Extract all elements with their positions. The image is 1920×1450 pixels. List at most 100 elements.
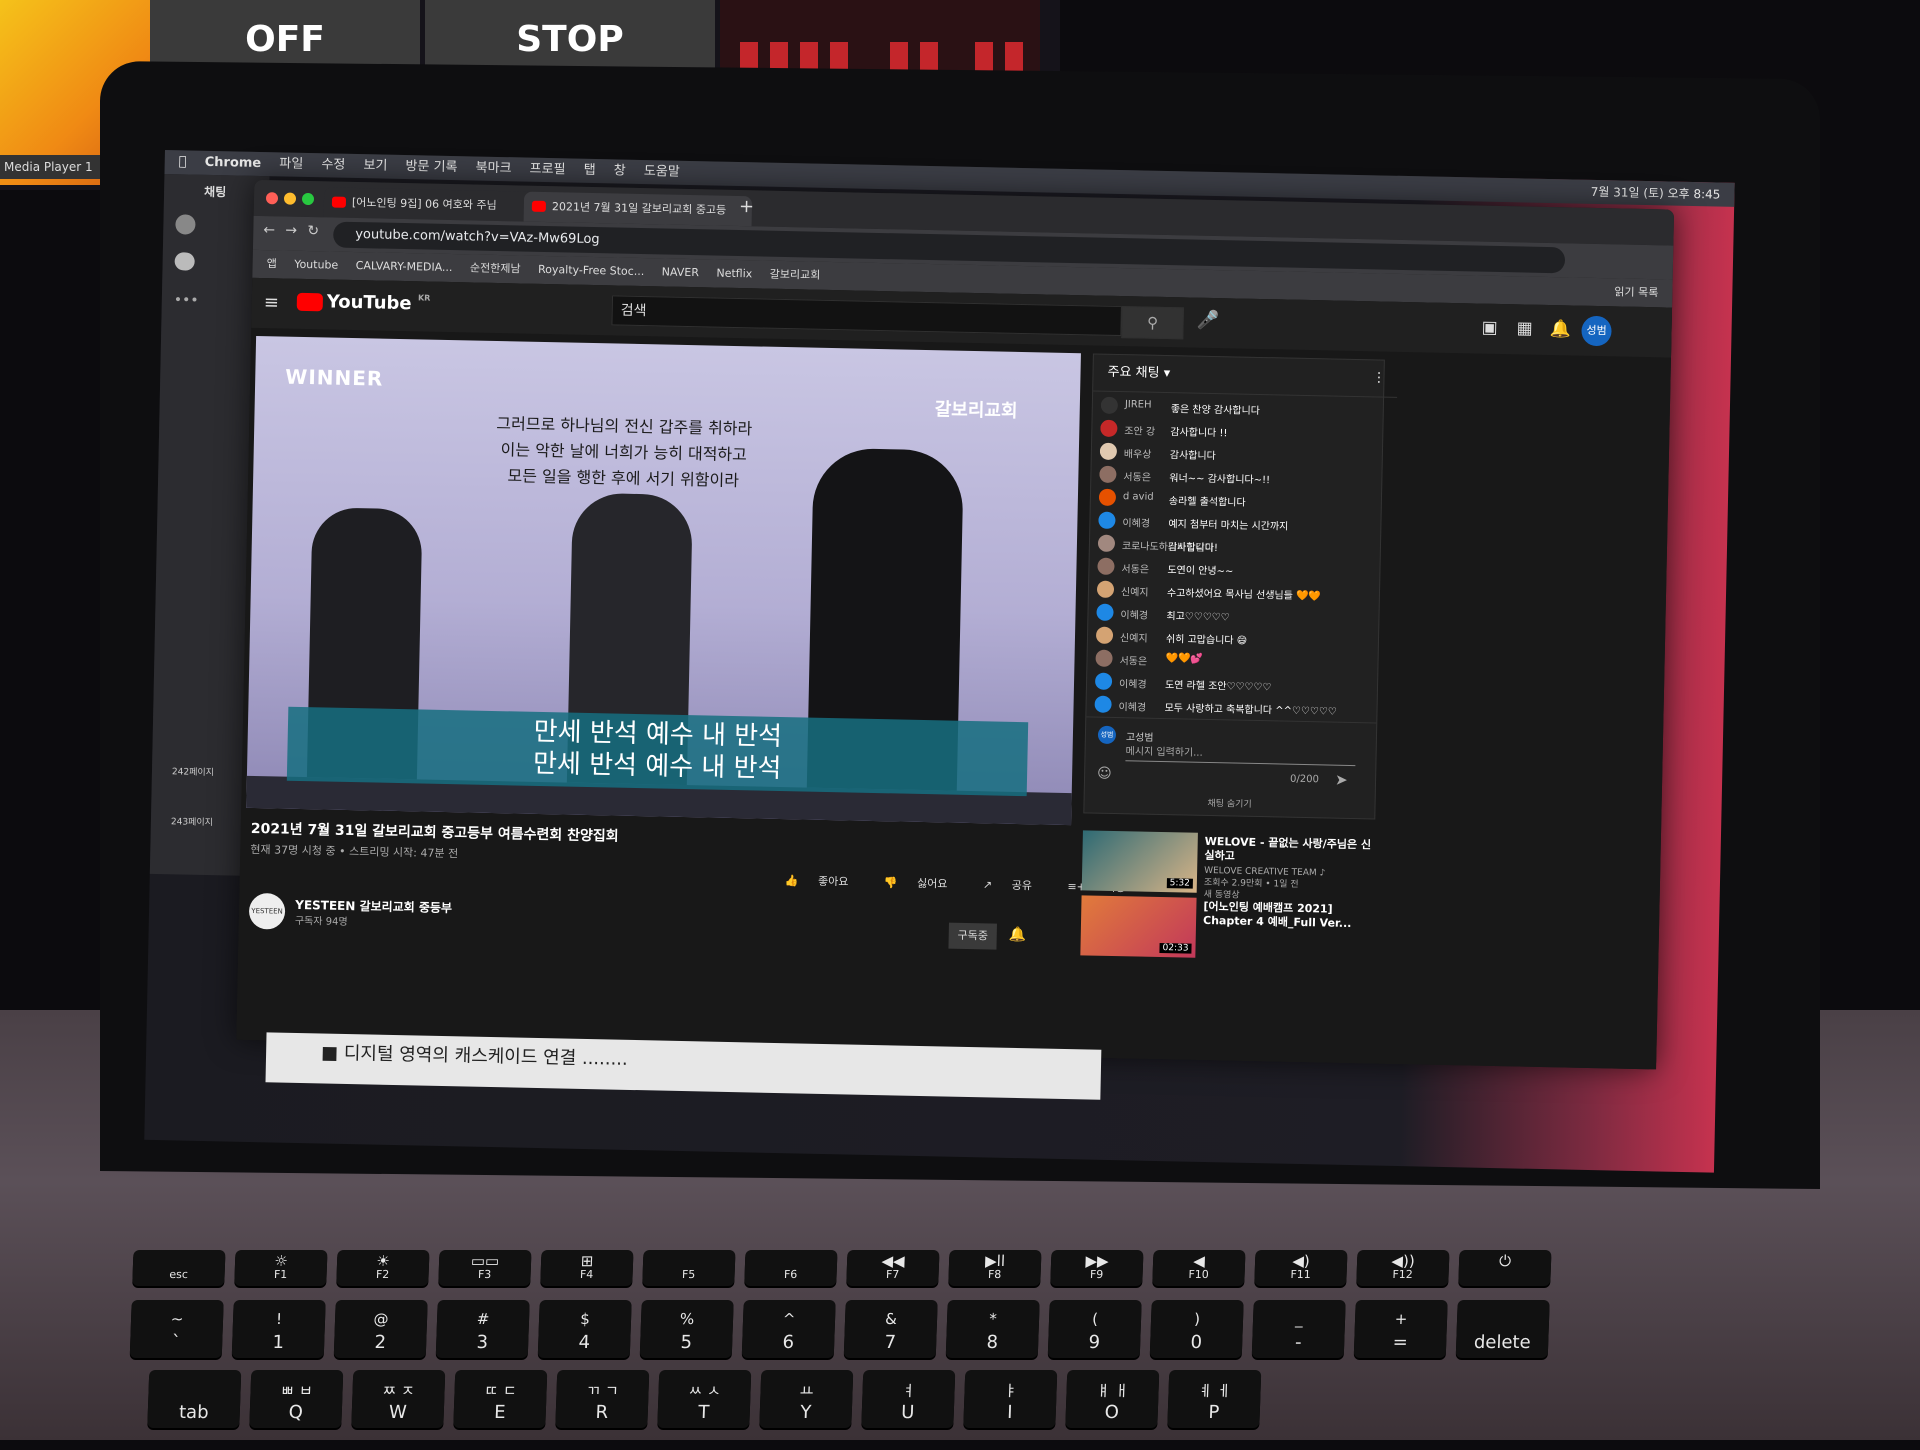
bookmark-naver[interactable]: NAVER — [661, 258, 699, 287]
key-bottom-label: F10 — [1188, 1268, 1210, 1281]
chat-header[interactable]: 주요 채팅 ▾ ⋮ — [1093, 354, 1398, 398]
keyboard-key[interactable]: (9 — [1047, 1300, 1142, 1358]
keyboard-key[interactable]: F5 — [642, 1250, 736, 1286]
menubar-clock[interactable]: 7월 31일 (토) 오후 8:45 — [1590, 180, 1721, 207]
tab-calvary-live[interactable]: 2021년 7월 31일 갈보리교회 중고등 — [523, 191, 753, 227]
hide-chat-button[interactable]: 채팅 숨기기 — [1084, 793, 1374, 812]
send-icon[interactable]: ➤ — [1335, 771, 1348, 789]
menu-app-chrome[interactable]: Chrome — [204, 151, 262, 176]
keyboard-key[interactable]: ㅕU — [861, 1370, 956, 1428]
keyboard-key[interactable]: ㅛY — [759, 1370, 854, 1428]
menu-edit[interactable]: 수정 — [321, 153, 345, 177]
keyboard-key[interactable]: % 5 — [639, 1300, 734, 1358]
keyboard-key[interactable]: ! 1 — [231, 1300, 326, 1358]
key-top-label: $ — [579, 1310, 591, 1328]
keyboard-key[interactable]: ) 0 — [1149, 1300, 1244, 1358]
menu-tab[interactable]: 탭 — [583, 159, 595, 183]
keyboard-key[interactable]: ㅃ ㅂ Q — [249, 1370, 344, 1428]
keyboard-key[interactable]: F6 — [744, 1250, 838, 1286]
zoom-window-button[interactable] — [301, 192, 315, 206]
keyboard-key[interactable]: ㅒ ㅐ O — [1065, 1370, 1160, 1428]
emoji-icon[interactable]: ☺ — [1097, 766, 1112, 782]
keyboard-key[interactable]: ⊞ F4 — [540, 1250, 634, 1286]
keyboard-key[interactable]: ◀◀ F7 — [846, 1250, 940, 1286]
bookmark-royalty-free[interactable]: Royalty-Free Stoc... — [538, 256, 645, 286]
bookmark-calvary-media[interactable]: CALVARY-MEDIA... — [355, 252, 453, 282]
chat-message-input[interactable]: 메시지 입력하기... — [1125, 742, 1356, 767]
keyboard-key[interactable]: ㅉ ㅈ W — [351, 1370, 446, 1428]
menu-view[interactable]: 보기 — [363, 154, 387, 178]
search-input[interactable]: 검색 — [611, 295, 1122, 337]
menu-window[interactable]: 창 — [613, 159, 626, 183]
channel-avatar[interactable]: YESTEEN — [248, 892, 286, 930]
keyboard-key[interactable]: ◀ F10 — [1152, 1250, 1246, 1286]
new-tab-button[interactable]: + — [739, 196, 755, 217]
microphone-icon[interactable]: 🎤 — [1196, 310, 1219, 331]
notification-bell-icon[interactable]: 🔔 — [1009, 927, 1027, 943]
keyboard-key[interactable]: $4 — [537, 1300, 632, 1358]
more-vert-icon[interactable]: ⋮ — [1372, 360, 1386, 396]
reload-icon[interactable]: ↻ — [307, 223, 319, 239]
keyboard-key[interactable]: ◀) F11 — [1254, 1250, 1348, 1286]
keyboard-key[interactable]: ^ 6 — [741, 1300, 836, 1358]
keyboard-key[interactable]: tab — [147, 1370, 242, 1428]
keyboard-key[interactable]: ㄸ ㄷ E — [453, 1370, 548, 1428]
dislike-button[interactable]: 👎 싫어요 — [884, 876, 964, 891]
person-icon[interactable] — [175, 214, 196, 235]
youtube-logo[interactable]: YouTube KR — [296, 291, 430, 315]
keyboard-key[interactable]: ⏻ — [1458, 1250, 1552, 1286]
apps-grid-icon[interactable]: ▦ — [1516, 318, 1532, 338]
reading-list[interactable]: 읽기 목록 — [1614, 278, 1659, 307]
keyboard-key[interactable]: ~ ` — [129, 1300, 224, 1358]
doc-item[interactable]: 243페이지 — [171, 814, 213, 828]
keyboard-key[interactable]: ☀ F2 — [336, 1250, 430, 1286]
share-button[interactable]: ↗ 공유 — [983, 878, 1048, 892]
more-icon[interactable]: ••• — [174, 292, 199, 309]
keyboard-key[interactable]: ▭▭ F3 — [438, 1250, 532, 1286]
forward-icon[interactable]: → — [285, 223, 297, 239]
keyboard-key[interactable]: ㅆ ㅅ T — [657, 1370, 752, 1428]
chat-icon[interactable] — [174, 252, 195, 271]
recommended-video[interactable]: 5:32 WELOVE - 끝없는 사랑/주님은 신실하고 WELOVE CRE… — [1081, 830, 1383, 901]
back-icon[interactable]: ← — [263, 222, 275, 238]
menu-file[interactable]: 파일 — [279, 152, 303, 176]
menu-history[interactable]: 방문 기록 — [405, 155, 457, 180]
keyboard-key[interactable]: _ - — [1251, 1300, 1346, 1358]
menu-help[interactable]: 도움말 — [644, 160, 680, 185]
search-button[interactable]: ⚲ — [1121, 306, 1184, 340]
keyboard-key[interactable]: & 7 — [843, 1300, 938, 1358]
keyboard-key[interactable]: #3 — [435, 1300, 530, 1358]
recommended-video[interactable]: 02:33 [어노인팅 예배캠프 2021] Chapter 4 예배_Full… — [1080, 895, 1381, 961]
close-window-button[interactable] — [265, 192, 279, 205]
bookmark-netflix[interactable]: Netflix — [716, 260, 752, 289]
notifications-bell-icon[interactable]: 🔔 — [1549, 319, 1571, 339]
keyboard-key[interactable]: delete — [1455, 1300, 1550, 1358]
user-avatar[interactable]: 성범 — [1581, 315, 1612, 347]
keyboard-key[interactable]: ▶ll F8 — [948, 1250, 1042, 1286]
create-video-icon[interactable]: ▣ — [1481, 318, 1497, 338]
keyboard-key[interactable]: ◀)) F12 — [1356, 1250, 1450, 1286]
subscribed-button[interactable]: 구독중 — [948, 922, 997, 950]
keyboard-key[interactable]: ▶▶ F9 — [1050, 1250, 1144, 1286]
keyboard-key[interactable]: ☼ F1 — [234, 1250, 328, 1286]
bookmark-youtube[interactable]: Youtube — [294, 251, 339, 280]
bookmark-1[interactable]: 순전한제남 — [470, 254, 521, 283]
menu-icon[interactable]: ≡ — [264, 292, 280, 313]
tab-anointing[interactable]: [어노인팅 9집] 06 여호와 주님 — [323, 187, 553, 223]
apple-icon[interactable]:  — [178, 150, 187, 174]
keyboard-key[interactable]: ㄲ ㄱ R — [555, 1370, 650, 1428]
menu-profile[interactable]: 프로필 — [529, 158, 565, 183]
menu-bookmarks[interactable]: 북마크 — [475, 157, 511, 182]
minimize-window-button[interactable] — [283, 192, 297, 205]
keyboard-key[interactable]: @2 — [333, 1300, 428, 1358]
doc-item[interactable]: 242페이지 — [172, 764, 214, 778]
bookmark-calvary-church[interactable]: 갈보리교회 — [769, 261, 821, 290]
keyboard-key[interactable]: + = — [1353, 1300, 1448, 1358]
bookmark-apps[interactable]: 앱 — [266, 250, 277, 278]
keyboard-key[interactable]: ㅖ ㅔ P — [1167, 1370, 1262, 1428]
like-button[interactable]: 👍 좋아요 — [785, 874, 865, 889]
video-player[interactable]: WINNER 갈보리교회 그러므로 하나님의 전신 갑주를 취하라 이는 악한 … — [246, 335, 1081, 826]
keyboard-key[interactable]: esc — [132, 1250, 226, 1286]
keyboard-key[interactable]: * 8 — [945, 1300, 1040, 1358]
keyboard-key[interactable]: ㅑI — [963, 1370, 1058, 1428]
